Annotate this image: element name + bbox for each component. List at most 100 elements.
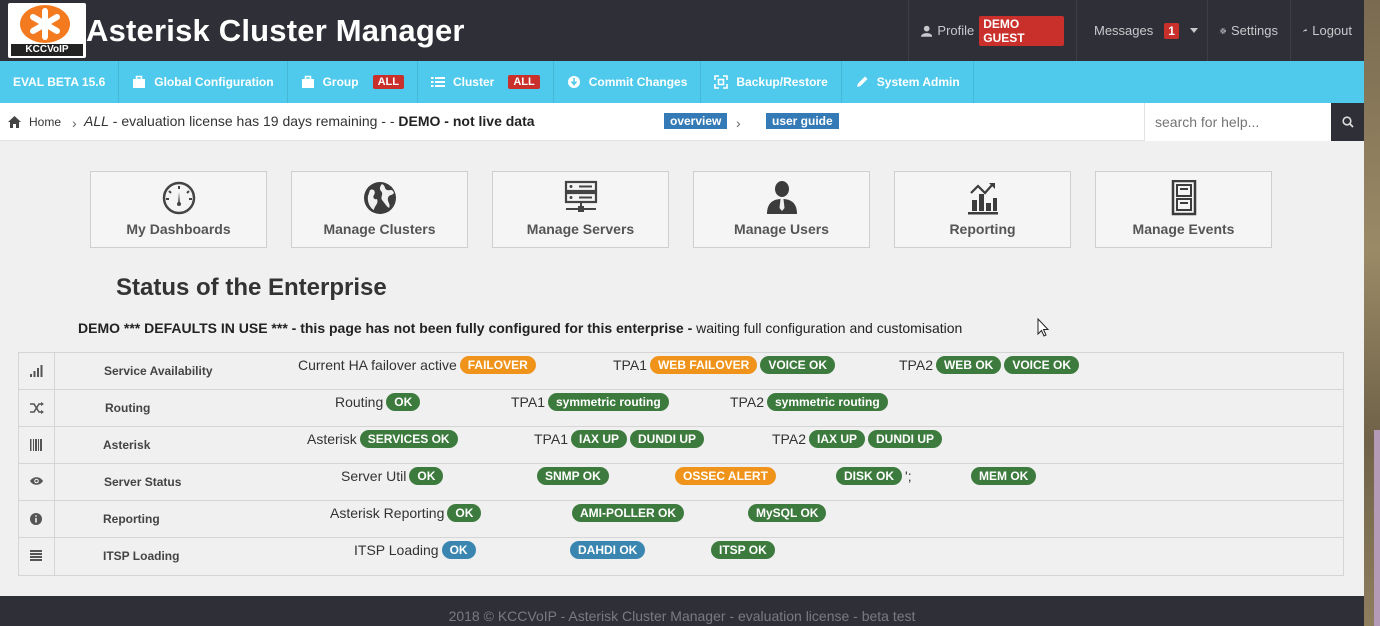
- search-button[interactable]: [1331, 103, 1364, 141]
- shuffle-icon: [19, 390, 55, 426]
- tile-reporting[interactable]: Reporting: [894, 171, 1071, 248]
- briefcase-icon: [133, 75, 146, 88]
- status-badge: ITSP OK: [711, 541, 775, 559]
- logo[interactable]: KCCVoIP: [8, 3, 86, 58]
- gear-icon: [1220, 27, 1226, 34]
- status-text: Asterisk: [307, 431, 357, 447]
- logo-brand-text: KCCVoIP: [11, 44, 83, 56]
- menu-commit-changes[interactable]: Commit Changes: [554, 61, 702, 103]
- status-row-asterisk: Asterisk Asterisk SERVICES OK TPA1 IAX UP D…: [19, 427, 1343, 464]
- status-text: TPA2: [899, 357, 933, 373]
- profile-label: Profile: [937, 23, 975, 38]
- asterisk-logo-icon: [20, 5, 70, 43]
- status-text: Server Util: [341, 468, 407, 484]
- messages-count-badge: 1: [1164, 22, 1179, 39]
- search-input[interactable]: [1145, 103, 1331, 141]
- version-label: EVAL BETA 15.6: [13, 75, 106, 89]
- profile-badge: DEMO GUEST: [979, 15, 1064, 46]
- share-arrow-icon: [1303, 28, 1308, 33]
- status-badge: OK: [447, 504, 482, 522]
- status-text: TPA1: [613, 357, 647, 373]
- top-nav: Profile DEMO GUEST Messages 1 Settings L…: [908, 0, 1364, 61]
- status-group: TPA2 symmetric routing: [730, 393, 888, 411]
- status-group: Routing OK: [335, 393, 421, 411]
- settings-menu[interactable]: Settings: [1207, 0, 1290, 61]
- tile-manage-clusters[interactable]: Manage Clusters: [291, 171, 468, 248]
- app-title: Asterisk Cluster Manager: [86, 13, 465, 48]
- group-label: Group: [322, 75, 359, 89]
- status-text: TPA1: [511, 394, 545, 410]
- status-badge: OK: [409, 467, 444, 485]
- status-row-routing: Routing Routing OK TPA1 symmetric routing …: [19, 390, 1343, 427]
- tile-manage-users[interactable]: Manage Users: [693, 171, 870, 248]
- menu-system-admin[interactable]: System Admin: [842, 61, 974, 103]
- overview-link[interactable]: overview: [664, 113, 728, 129]
- menu-group[interactable]: Group ALL: [288, 61, 418, 103]
- status-badge: DUNDI UP: [868, 430, 943, 448]
- status-row-service-availability: Service Availability Current HA failover…: [19, 353, 1343, 390]
- status-text: ITSP Loading: [354, 542, 439, 558]
- status-badge: VOICE OK: [760, 356, 836, 374]
- main-menu-bar: EVAL BETA 15.6 Global Configuration Grou…: [0, 61, 1364, 103]
- list-lines-icon: [19, 538, 55, 575]
- tile-manage-servers[interactable]: Manage Servers: [492, 171, 669, 248]
- eye-icon: [19, 464, 55, 500]
- user-guide-link[interactable]: user guide: [766, 113, 839, 129]
- status-text: Current HA failover active: [298, 357, 457, 373]
- status-table: Service Availability Current HA failover…: [18, 352, 1344, 576]
- user-tie-icon: [767, 181, 797, 214]
- search-box: [1144, 103, 1364, 141]
- status-group: TPA2 WEB OK VOICE OK: [899, 356, 1080, 374]
- chevron-down-icon: [1189, 28, 1198, 33]
- status-row-server-status: Server Status Server Util OK SNMP OK OSSE…: [19, 464, 1343, 501]
- download-circle-icon: [567, 76, 580, 88]
- profile-menu[interactable]: Profile DEMO GUEST: [908, 0, 1076, 61]
- scope-label: ALL: [84, 113, 109, 129]
- menu-version[interactable]: EVAL BETA 15.6: [0, 61, 120, 103]
- status-group: TPA2 IAX UP DUNDI UP: [772, 430, 943, 448]
- group-badge: ALL: [372, 75, 404, 89]
- pencil-icon: [856, 76, 868, 87]
- tile-label: Manage Users: [734, 221, 829, 237]
- status-badge: MEM OK: [971, 467, 1037, 485]
- info-circle-icon: [19, 501, 55, 537]
- status-group: TPA1 symmetric routing: [511, 393, 669, 411]
- messages-menu[interactable]: Messages 1: [1076, 0, 1207, 61]
- license-text: - evaluation license has 19 days remaini…: [108, 113, 399, 129]
- row-name: Service Availability: [104, 364, 213, 378]
- status-text: TPA1: [534, 431, 568, 447]
- cluster-badge: ALL: [508, 75, 540, 89]
- cluster-label: Cluster: [452, 75, 495, 89]
- status-group: TPA1 WEB FAILOVER VOICE OK: [613, 356, 836, 374]
- messages-label: Messages: [1094, 23, 1154, 38]
- breadcrumb-home[interactable]: Home: [8, 115, 61, 129]
- menu-cluster[interactable]: Cluster ALL: [418, 61, 554, 103]
- status-badge: AMI-POLLER OK: [572, 504, 684, 522]
- tile-label: Reporting: [949, 221, 1016, 237]
- tile-manage-events[interactable]: Manage Events: [1095, 171, 1272, 248]
- demo-text: DEMO - not live data: [398, 113, 535, 129]
- status-group: DISK OK ';: [836, 467, 912, 485]
- status-badge: IAX UP: [808, 430, 865, 448]
- commit-label: Commit Changes: [588, 75, 688, 89]
- row-name: ITSP Loading: [103, 549, 180, 563]
- logout-menu[interactable]: Logout: [1290, 0, 1364, 61]
- status-group: TPA1 IAX UP DUNDI UP: [534, 430, 705, 448]
- status-badge: IAX UP: [570, 430, 627, 448]
- page-title: Status of the Enterprise: [116, 274, 387, 301]
- filing-cabinet-icon: [1171, 180, 1197, 216]
- status-text: TPA2: [730, 394, 764, 410]
- tile-my-dashboards[interactable]: My Dashboards: [90, 171, 267, 248]
- status-badge: FAILOVER: [459, 356, 536, 374]
- status-badge: SNMP OK: [537, 467, 609, 485]
- demo-notice-bold: DEMO *** DEFAULTS IN USE *** - this page…: [78, 320, 693, 336]
- server-stack-icon: [564, 180, 598, 212]
- bar-chart-icon: [968, 183, 998, 215]
- menu-backup-restore[interactable]: Backup/Restore: [701, 61, 842, 103]
- menu-global-configuration[interactable]: Global Configuration: [119, 61, 288, 103]
- barcode-icon: [19, 427, 55, 463]
- license-message: ALL - evaluation license has 19 days rem…: [84, 113, 535, 129]
- status-badge: OK: [441, 541, 476, 559]
- chevron-right-icon: ›: [736, 115, 741, 131]
- demo-notice-rest: waiting full configuration and customisa…: [692, 320, 963, 336]
